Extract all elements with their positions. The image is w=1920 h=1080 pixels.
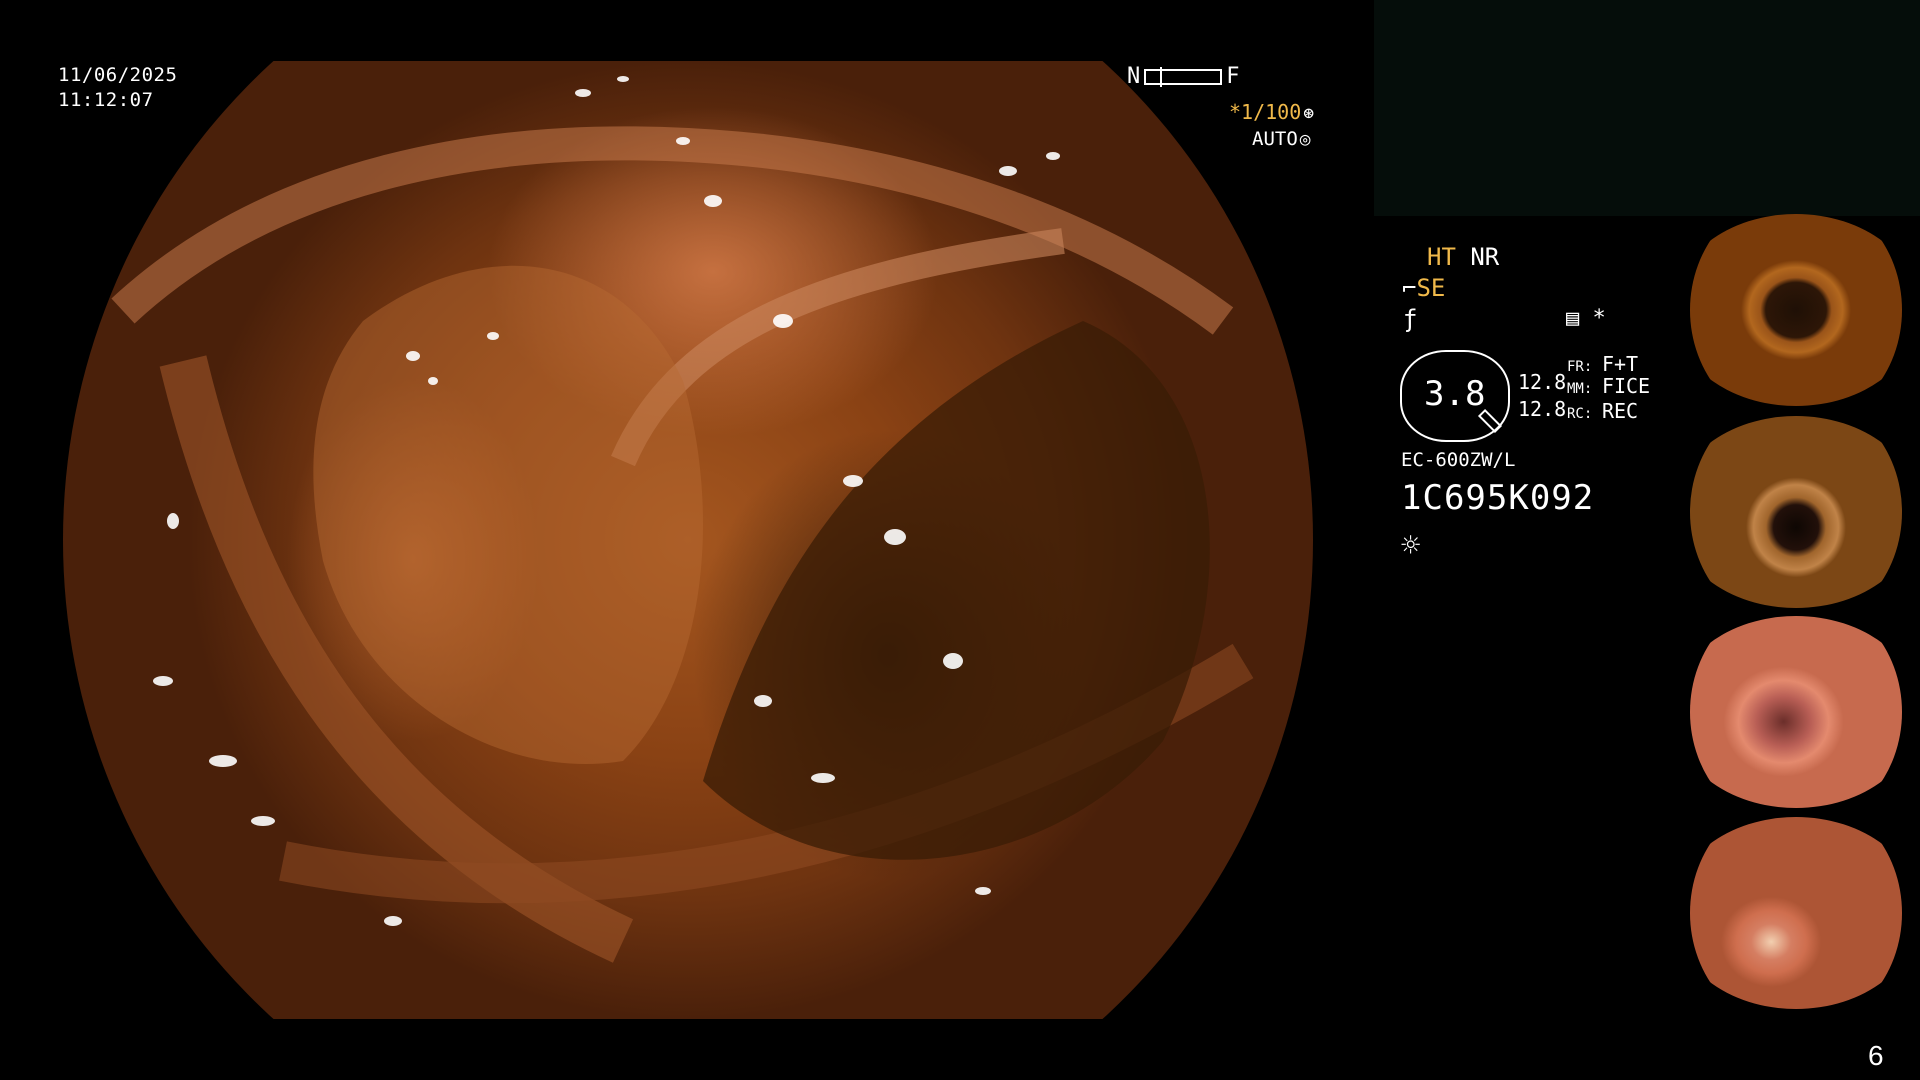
aperture-icon: ⊛ [1303,103,1315,124]
rc-mode: RC: REC [1567,399,1638,423]
scope-model: EC-600ZW/L [1401,449,1516,471]
fr-value: F+T [1601,352,1639,376]
se-label: SE [1416,274,1446,302]
record-icon: ▤ [1566,306,1580,331]
focus-near-label: N [1127,64,1141,89]
endoscopy-screen: 11/06/2025 11:12:07 N F *1/100 ⊛ AUTO ◎ HT… [0,0,1920,1080]
focus-bar [1144,66,1223,87]
status-se: ⌐SE [1402,274,1445,302]
rc-label: RC: [1567,406,1593,422]
mm-mode: MM: FICE [1567,374,1650,398]
shutter-value: *1/100 [1229,100,1302,124]
main-endoscopic-view [63,61,1313,1019]
nr-label: NR [1470,243,1500,271]
star-mark: * [1592,306,1606,331]
fr-label: FR: [1567,359,1593,375]
enhancement-level-1: 12.8 [1518,370,1567,394]
date-readout: 11/06/2025 [58,64,178,86]
focus-far-label: F [1226,64,1240,89]
mm-label: MM: [1567,381,1593,397]
scope-icon: ⌐ [1402,274,1417,302]
filter-icon: ƒ [1403,305,1418,333]
top-right-panel [1374,0,1920,216]
dark-lumen [703,321,1210,860]
time-readout: 11:12:07 [58,89,154,111]
lesion-surface [313,265,703,765]
status-ht-nr: HT NR [1427,243,1499,271]
thumbnail-2[interactable] [1690,416,1902,608]
light-icon: ☼ [1401,526,1421,564]
page-number: 6 [1868,1040,1884,1071]
mm-value: FICE [1601,374,1651,398]
ht-label: HT [1427,243,1456,271]
auto-label: AUTO [1252,128,1298,150]
enhancement-level-2: 12.8 [1518,397,1567,421]
fr-mode: FR: F+T [1567,352,1638,376]
thumbnail-1[interactable] [1690,214,1902,406]
shutter-speed: *1/100 ⊛ [1229,100,1314,124]
mucosa-illustration [111,76,1254,963]
scope-serial: 1C695K092 [1401,478,1595,518]
status-icons: ▤ * [1566,306,1606,331]
thumbnail-4[interactable] [1690,817,1902,1009]
auto-exposure: AUTO ◎ [1252,128,1311,150]
iris-icon: ◎ [1299,129,1311,150]
thumbnail-3[interactable] [1690,616,1902,808]
focus-indicator: N F [1127,64,1240,89]
rc-value: REC [1601,399,1639,423]
enhancement-value: 3.8 [1424,374,1486,414]
